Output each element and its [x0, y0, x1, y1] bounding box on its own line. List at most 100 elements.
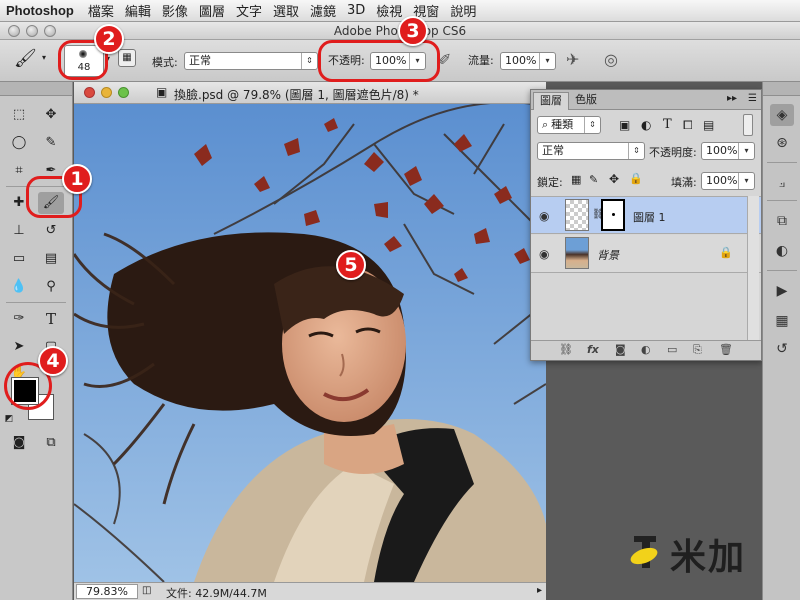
layers-scrollbar[interactable]: [747, 196, 759, 340]
menu-image[interactable]: 影像: [162, 1, 188, 20]
updown-arrow-icon: ⇕: [584, 117, 600, 133]
type-tool-icon[interactable]: T: [38, 308, 64, 330]
status-menu-icon[interactable]: ◫: [142, 585, 151, 596]
marquee-tool-icon[interactable]: ⬚: [6, 104, 32, 126]
airbrush-icon[interactable]: ✈: [566, 50, 579, 69]
layer-filter-select[interactable]: ⌕ 種類 ⇕: [537, 116, 601, 134]
new-group-icon[interactable]: ▭: [667, 343, 677, 356]
chevron-down-icon[interactable]: ▾: [42, 53, 46, 62]
layers-panel: 圖層 色版 ▸▸ ☰ ⌕ 種類 ⇕ ▣ ◐ T ⧠ ▤ 正常 ⇕ 不透明度: 10…: [530, 89, 762, 361]
layer-name[interactable]: 圖層 1: [633, 209, 666, 225]
tab-layers[interactable]: 圖層: [533, 92, 569, 110]
document-title: 換臉.psd @ 79.8% (圖層 1, 圖層遮色片/8) *: [174, 88, 419, 102]
menu-file[interactable]: 檔案: [88, 1, 114, 20]
layer-opacity-input[interactable]: 100% ▾: [701, 142, 755, 160]
dodge-tool-icon[interactable]: ⚲: [38, 276, 64, 298]
lock-all-icon[interactable]: 🔒: [629, 172, 643, 185]
crop-tool-icon[interactable]: ⌗: [6, 160, 32, 182]
chevron-down-icon[interactable]: ▾: [738, 173, 754, 189]
filter-smart-object-icon[interactable]: ▤: [703, 118, 714, 132]
history-panel-icon[interactable]: ↺: [770, 338, 794, 360]
adjustments-panel-icon[interactable]: ◐: [770, 240, 794, 262]
move-tool-icon[interactable]: ✥: [38, 104, 64, 126]
close-document-button[interactable]: [84, 87, 95, 98]
quick-mask-icon[interactable]: ◙: [6, 432, 32, 454]
eraser-tool-icon[interactable]: ▭: [6, 248, 32, 270]
filter-type-icon[interactable]: T: [663, 117, 672, 132]
mode-select[interactable]: 正常 ⇕: [184, 52, 318, 70]
menu-3d[interactable]: 3D: [347, 3, 365, 18]
minimize-document-button[interactable]: [101, 87, 112, 98]
collapse-panel-icon[interactable]: ▸▸: [727, 93, 737, 104]
menu-view[interactable]: 檢視: [376, 1, 402, 20]
document-tab[interactable]: ▣ 換臉.psd @ 79.8% (圖層 1, 圖層遮色片/8) *: [74, 82, 546, 104]
link-layers-icon[interactable]: ⛓: [559, 343, 573, 356]
gradient-tool-icon[interactable]: ▤: [38, 248, 64, 270]
menu-type[interactable]: 文字: [236, 1, 262, 20]
new-layer-icon[interactable]: ⎘: [693, 343, 702, 357]
channels-panel-icon[interactable]: ⊛: [770, 132, 794, 154]
chevron-down-icon[interactable]: ▾: [738, 143, 754, 159]
filter-adjustment-icon[interactable]: ◐: [641, 118, 651, 132]
photo-portrait: [74, 104, 546, 582]
app-menu[interactable]: Photoshop: [6, 3, 74, 18]
history-brush-tool-icon[interactable]: ↺: [38, 220, 64, 242]
path-select-tool-icon[interactable]: ➤: [6, 336, 32, 358]
lasso-tool-icon[interactable]: ◯: [6, 132, 32, 154]
paths-panel-icon[interactable]: ⟓: [770, 172, 794, 194]
layer-thumbnail: [565, 199, 589, 231]
lock-pixels-icon[interactable]: ✎: [589, 173, 598, 186]
flow-value: 100%: [505, 54, 537, 67]
watermark-text: 米加: [670, 537, 747, 578]
fill-input[interactable]: 100% ▾: [701, 172, 755, 190]
brush-panel-toggle-icon[interactable]: ▦: [118, 49, 136, 67]
filter-toggle-switch[interactable]: [743, 114, 753, 136]
menu-select[interactable]: 選取: [273, 1, 299, 20]
chevron-right-icon[interactable]: ▸: [537, 585, 542, 596]
zoom-document-button[interactable]: [118, 87, 129, 98]
tab-channels[interactable]: 色版: [569, 92, 603, 110]
pressure-size-icon[interactable]: ◎: [604, 50, 618, 69]
eye-icon[interactable]: ◉: [539, 209, 549, 223]
brush-tool-preset-icon[interactable]: 🖌: [14, 48, 37, 69]
pressure-opacity-icon[interactable]: ✐: [438, 50, 451, 69]
eye-icon[interactable]: ◉: [539, 247, 549, 261]
layers-panel-icon[interactable]: ◈: [770, 104, 794, 126]
layer-row-background[interactable]: ◉ 背景 🔒: [531, 235, 761, 273]
fill-label: 填滿:: [671, 176, 697, 189]
quick-select-tool-icon[interactable]: ✎: [38, 132, 64, 154]
callout-badge-3: 3: [398, 16, 428, 46]
adjustment-layer-icon[interactable]: ◐: [641, 343, 651, 356]
clone-stamp-tool-icon[interactable]: ⊥: [6, 220, 32, 242]
trash-icon[interactable]: 🗑: [719, 343, 733, 356]
menu-help[interactable]: 說明: [450, 1, 476, 20]
image-canvas[interactable]: [74, 104, 546, 582]
menu-edit[interactable]: 編輯: [125, 1, 151, 20]
chevron-down-icon[interactable]: ▾: [539, 53, 555, 69]
lock-position-icon[interactable]: ✥: [609, 172, 619, 186]
menu-filter[interactable]: 濾鏡: [310, 1, 336, 20]
panel-menu-icon[interactable]: ☰: [748, 93, 757, 104]
callout-badge-4: 4: [38, 346, 68, 376]
filter-pixel-icon[interactable]: ▣: [619, 118, 630, 132]
lock-transparency-icon[interactable]: ▦: [571, 173, 581, 186]
lock-icon: 🔒: [719, 246, 733, 259]
3d-panel-icon[interactable]: ⧉: [770, 210, 794, 232]
blur-tool-icon[interactable]: 💧: [6, 276, 32, 298]
layer-row-layer1[interactable]: ◉ ⛓ 圖層 1: [531, 196, 761, 234]
default-colors-icon[interactable]: ◩: [2, 408, 16, 430]
layer-name[interactable]: 背景: [597, 247, 619, 263]
menu-layer[interactable]: 圖層: [199, 1, 225, 20]
swatches-panel-icon[interactable]: ▦: [770, 310, 794, 332]
flow-input[interactable]: 100% ▾: [500, 52, 556, 70]
filter-shape-icon[interactable]: ⧠: [683, 118, 693, 133]
blend-mode-select[interactable]: 正常 ⇕: [537, 142, 645, 160]
actions-panel-icon[interactable]: ▶: [770, 280, 794, 302]
menu-bar: Photoshop 檔案 編輯 影像 圖層 文字 選取 濾鏡 3D 檢視 視窗 …: [0, 0, 800, 22]
zoom-level[interactable]: 79.83%: [76, 584, 138, 599]
layer-mask-thumbnail[interactable]: [601, 199, 625, 231]
add-mask-icon[interactable]: ◙: [615, 343, 626, 356]
fx-icon[interactable]: fx: [587, 343, 599, 356]
pen-tool-icon[interactable]: ✑: [6, 308, 32, 330]
screen-mode-icon[interactable]: ⧉: [38, 432, 64, 454]
